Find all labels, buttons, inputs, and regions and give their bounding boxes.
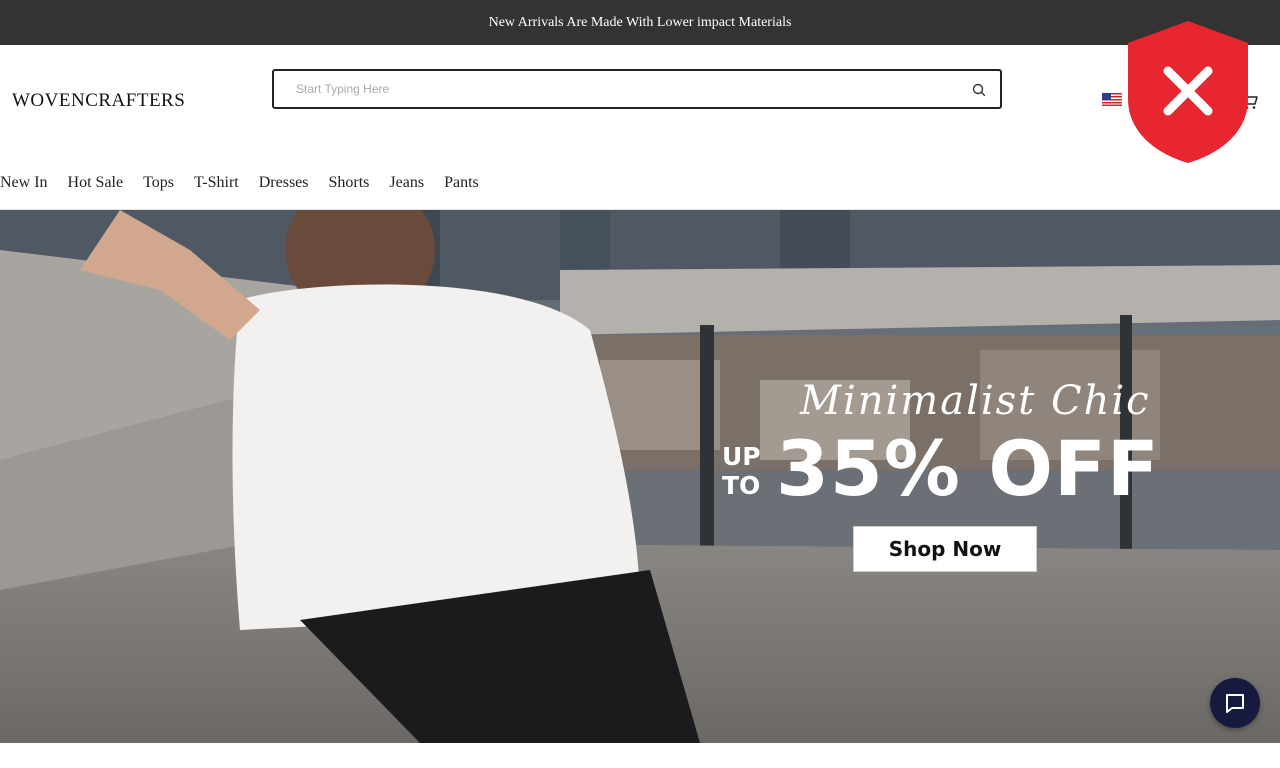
announcement-text: New Arrivals Are Made With Lower impact … [488,14,792,30]
chat-icon [1226,694,1244,713]
site-header: WOVENCRAFTERS [0,45,1280,145]
blocked-shield-icon[interactable] [1126,19,1250,165]
hero-upto-line2: TO [722,471,761,500]
nav-item-pants[interactable]: Pants [444,165,479,201]
nav-item-dresses[interactable]: Dresses [259,165,309,201]
nav-item-shorts[interactable]: Shorts [329,165,370,201]
hero-upto-text: UP TO [722,442,761,500]
site-logo[interactable]: WOVENCRAFTERS [12,90,185,112]
search-bar[interactable] [272,69,1002,109]
us-flag-icon[interactable] [1102,93,1122,106]
announcement-bar: New Arrivals Are Made With Lower impact … [0,0,1280,45]
chat-button[interactable] [1210,678,1260,728]
hero-banner[interactable]: Minimalist Chic UP TO 35% OFF Shop Now [0,210,1280,743]
nav-item-new-in[interactable]: New In [0,165,48,201]
hero-script-title: Minimalist Chic [800,378,1151,424]
search-input[interactable] [296,74,936,104]
nav-item-t-shirt[interactable]: T-Shirt [194,165,239,201]
hero-discount: 35% OFF [776,424,1160,513]
search-icon[interactable] [972,83,986,97]
main-nav: New In Hot Sale Tops T-Shirt Dresses Sho… [0,165,499,201]
nav-item-jeans[interactable]: Jeans [389,165,424,201]
shop-now-button[interactable]: Shop Now [853,526,1037,572]
nav-item-tops[interactable]: Tops [143,165,174,201]
hero-upto-line1: UP [722,442,761,471]
nav-item-hot-sale[interactable]: Hot Sale [68,165,124,201]
